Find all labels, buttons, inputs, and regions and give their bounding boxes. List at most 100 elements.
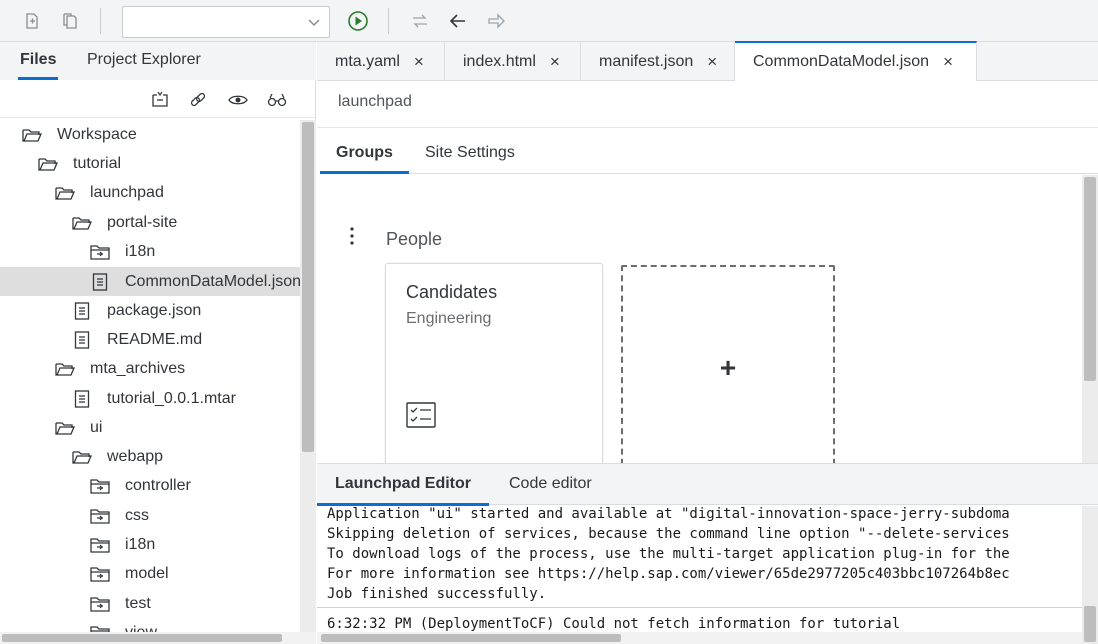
copy-icon[interactable] (56, 7, 84, 35)
scroll-thumb[interactable] (1084, 177, 1096, 381)
close-icon[interactable]: × (550, 52, 560, 72)
folder-icon (90, 564, 110, 584)
tree-item[interactable]: Workspace (0, 120, 300, 149)
tree-item[interactable]: model (0, 559, 300, 588)
console-vertical-scrollbar[interactable] (1082, 506, 1098, 644)
console-line: Skipping deletion of services, because t… (327, 526, 1010, 542)
toolbar-separator (388, 8, 389, 34)
tree-item-label: i18n (125, 535, 156, 553)
scroll-thumb[interactable] (321, 634, 621, 642)
folder-icon (90, 623, 110, 632)
file-tree-horizontal-scrollbar[interactable] (0, 632, 316, 644)
tree-item[interactable]: tutorial_0.0.1.mtar (0, 384, 300, 413)
tree-item-label: launchpad (90, 183, 164, 201)
folder-open-icon (38, 154, 58, 174)
folder-open-icon (72, 213, 92, 233)
tree-item[interactable]: tutorial (0, 149, 300, 178)
tab-groups[interactable]: Groups (320, 134, 409, 174)
tab-index-html[interactable]: index.html × (445, 42, 581, 81)
tab-manifest-json[interactable]: manifest.json × (581, 42, 735, 81)
tree-item[interactable]: portal-site (0, 208, 300, 237)
group-title[interactable]: People (386, 229, 442, 250)
editor-tabs: mta.yaml × index.html × manifest.json × … (317, 41, 1098, 81)
tree-item[interactable]: view (0, 618, 300, 632)
chevron-down-icon (307, 15, 321, 34)
scroll-thumb[interactable] (2, 634, 282, 642)
launchpad-sub-tabs: Groups Site Settings (320, 134, 1098, 174)
folder-open-icon (22, 125, 42, 145)
tree-item[interactable]: mta_archives (0, 354, 300, 383)
tree-item-label: css (125, 506, 149, 524)
tree-item-label: portal-site (107, 213, 178, 231)
tree-item[interactable]: controller (0, 471, 300, 500)
tab-common-data-model-json[interactable]: CommonDataModel.json × (735, 41, 977, 81)
collapse-all-icon[interactable] (150, 90, 170, 110)
console-line: Job finished successfully. (327, 586, 547, 602)
file-icon (72, 301, 92, 321)
link-icon[interactable] (188, 90, 208, 110)
tree-item[interactable]: css (0, 501, 300, 530)
tree-item-label: CommonDataModel.json (125, 272, 300, 290)
tree-item[interactable]: CommonDataModel.json (0, 267, 300, 296)
console-line: Application "ui" started and available a… (327, 506, 1010, 522)
tile-subtitle: Engineering (406, 310, 492, 327)
tab-project-explorer[interactable]: Project Explorer (85, 42, 203, 80)
scroll-thumb[interactable] (302, 122, 314, 452)
file-tree-vertical-scrollbar[interactable] (300, 120, 316, 632)
folder-open-icon (55, 359, 75, 379)
task-list-icon (406, 402, 436, 433)
tab-site-settings[interactable]: Site Settings (409, 134, 531, 174)
breadcrumb: launchpad (338, 93, 412, 110)
tree-item-label: i18n (125, 242, 156, 260)
file-icon (72, 330, 92, 350)
tree-item-label: README.md (107, 330, 203, 348)
tree-item-label: tutorial_0.0.1.mtar (107, 389, 236, 407)
editor-mode-tabs: Launchpad Editor Code editor (317, 463, 1098, 506)
tree-item[interactable]: webapp (0, 442, 300, 471)
app-tile[interactable]: Candidates Engineering (385, 263, 603, 473)
close-icon[interactable]: × (707, 52, 717, 72)
tree-item-label: Workspace (57, 125, 137, 143)
tree-item[interactable]: launchpad (0, 178, 300, 207)
add-tile-button[interactable]: + (621, 265, 835, 475)
tree-item[interactable]: i18n (0, 237, 300, 266)
search-icon[interactable] (267, 90, 287, 110)
file-icon (90, 272, 110, 292)
left-panel-tabs: Files Project Explorer (0, 42, 316, 80)
tree-item[interactable]: test (0, 589, 300, 618)
folder-open-icon (72, 447, 92, 467)
tree-item-label: ui (90, 418, 103, 436)
tree-item[interactable]: ui (0, 413, 300, 442)
folder-open-icon (55, 183, 75, 203)
tab-mta-yaml[interactable]: mta.yaml × (317, 42, 445, 81)
tab-label: index.html (463, 52, 536, 70)
tree-item-label: mta_archives (90, 359, 186, 377)
console-line: For more information see https://help.sa… (327, 566, 1010, 582)
file-tree: Workspace tutorial launchpad portal-site i18… (0, 120, 300, 632)
folder-icon (90, 476, 110, 496)
scroll-thumb[interactable] (1084, 606, 1096, 642)
tab-code-editor[interactable]: Code editor (491, 464, 610, 506)
tab-launchpad-editor[interactable]: Launchpad Editor (317, 464, 489, 506)
run-config-select[interactable] (122, 6, 330, 38)
tree-item-label: model (125, 564, 169, 582)
tab-files[interactable]: Files (18, 42, 59, 80)
console-horizontal-scrollbar[interactable] (317, 632, 1082, 644)
sync-icon[interactable] (406, 7, 434, 35)
show-hidden-icon[interactable] (228, 90, 248, 110)
close-icon[interactable]: × (414, 52, 424, 72)
tree-item[interactable]: i18n (0, 530, 300, 559)
run-icon[interactable] (344, 7, 372, 35)
back-icon[interactable] (444, 7, 472, 35)
file-icon (72, 389, 92, 409)
new-file-icon[interactable] (18, 7, 46, 35)
file-panel: Files Project Explorer Workspace tutorial… (0, 42, 316, 644)
divider (317, 127, 1098, 128)
close-icon[interactable]: × (943, 52, 953, 72)
more-options-icon[interactable] (348, 226, 356, 246)
file-panel-tools (0, 80, 316, 118)
tree-item[interactable]: package.json (0, 296, 300, 325)
tree-item[interactable]: README.md (0, 325, 300, 354)
forward-icon[interactable] (482, 7, 510, 35)
canvas-vertical-scrollbar[interactable] (1082, 175, 1098, 463)
